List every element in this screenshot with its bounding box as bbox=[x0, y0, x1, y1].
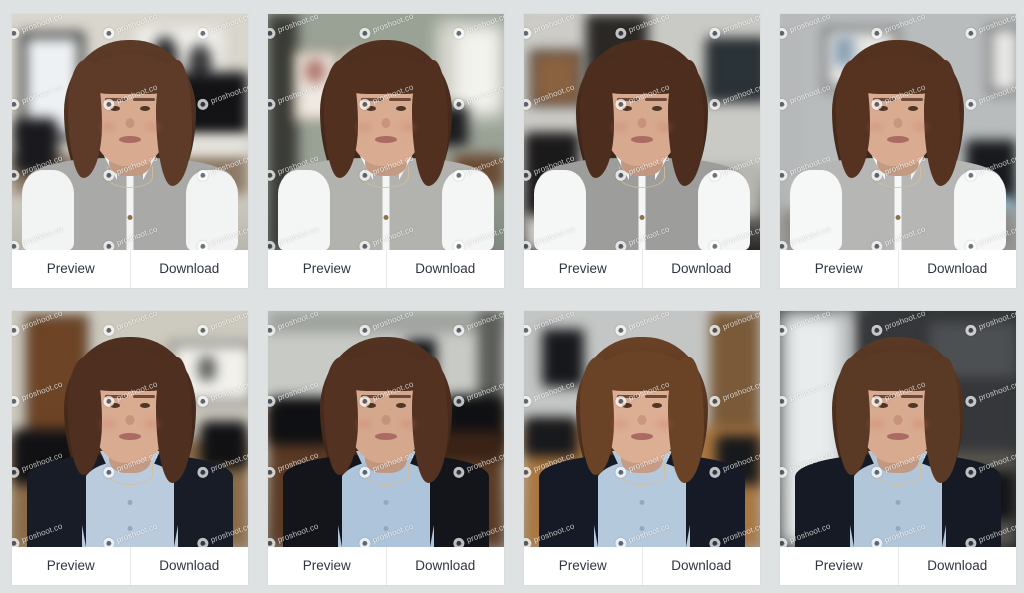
card-actions: Preview Download bbox=[268, 547, 504, 585]
headshot-card: proshoot.co proshoot.co proshoot.co proshoo… bbox=[780, 14, 1016, 288]
headshot-card: proshoot.co proshoot.co proshoot.co proshoo… bbox=[268, 311, 504, 585]
card-actions: Preview Download bbox=[780, 250, 1016, 288]
headshot-image[interactable]: proshoot.co proshoot.co proshoot.co proshoo… bbox=[780, 14, 1016, 250]
headshot-card: proshoot.co proshoot.co proshoot.co proshoo… bbox=[12, 14, 248, 288]
headshot-subject bbox=[268, 14, 504, 250]
headshot-subject bbox=[524, 14, 760, 250]
preview-button[interactable]: Preview bbox=[524, 250, 642, 288]
preview-button[interactable]: Preview bbox=[268, 547, 386, 585]
headshot-subject bbox=[12, 14, 248, 250]
headshot-image[interactable]: proshoot.co proshoot.co proshoot.co proshoo… bbox=[780, 311, 1016, 547]
download-button[interactable]: Download bbox=[642, 547, 760, 585]
headshot-subject bbox=[780, 14, 1016, 250]
download-button[interactable]: Download bbox=[386, 547, 504, 585]
card-actions: Preview Download bbox=[524, 547, 760, 585]
headshot-subject bbox=[780, 311, 1016, 547]
download-button[interactable]: Download bbox=[898, 547, 1016, 585]
headshot-card: proshoot.co proshoot.co proshoot.co proshoo… bbox=[12, 311, 248, 585]
headshot-subject bbox=[268, 311, 504, 547]
headshot-subject bbox=[12, 311, 248, 547]
headshot-image[interactable]: proshoot.co proshoot.co proshoot.co proshoo… bbox=[12, 311, 248, 547]
download-button[interactable]: Download bbox=[130, 547, 248, 585]
download-button[interactable]: Download bbox=[130, 250, 248, 288]
preview-button[interactable]: Preview bbox=[780, 250, 898, 288]
card-actions: Preview Download bbox=[268, 250, 504, 288]
headshot-image[interactable]: proshoot.co proshoot.co proshoot.co proshoo… bbox=[268, 311, 504, 547]
headshot-image[interactable]: proshoot.co proshoot.co proshoot.co proshoo… bbox=[268, 14, 504, 250]
card-actions: Preview Download bbox=[12, 547, 248, 585]
headshot-subject bbox=[524, 311, 760, 547]
headshot-image[interactable]: proshoot.co proshoot.co proshoot.co proshoo… bbox=[524, 311, 760, 547]
headshot-image[interactable]: proshoot.co proshoot.co proshoot.co proshoo… bbox=[12, 14, 248, 250]
preview-button[interactable]: Preview bbox=[12, 250, 130, 288]
preview-button[interactable]: Preview bbox=[524, 547, 642, 585]
headshot-card: proshoot.co proshoot.co proshoot.co proshoo… bbox=[524, 14, 760, 288]
preview-button[interactable]: Preview bbox=[268, 250, 386, 288]
headshot-gallery: proshoot.co proshoot.co proshoot.co proshoo… bbox=[0, 0, 1024, 593]
preview-button[interactable]: Preview bbox=[780, 547, 898, 585]
headshot-image[interactable]: proshoot.co proshoot.co proshoot.co proshoo… bbox=[524, 14, 760, 250]
headshot-card: proshoot.co proshoot.co proshoot.co proshoo… bbox=[780, 311, 1016, 585]
download-button[interactable]: Download bbox=[898, 250, 1016, 288]
card-actions: Preview Download bbox=[524, 250, 760, 288]
download-button[interactable]: Download bbox=[386, 250, 504, 288]
card-actions: Preview Download bbox=[12, 250, 248, 288]
download-button[interactable]: Download bbox=[642, 250, 760, 288]
headshot-card: proshoot.co proshoot.co proshoot.co proshoo… bbox=[524, 311, 760, 585]
card-actions: Preview Download bbox=[780, 547, 1016, 585]
preview-button[interactable]: Preview bbox=[12, 547, 130, 585]
headshot-card: proshoot.co proshoot.co proshoot.co proshoo… bbox=[268, 14, 504, 288]
